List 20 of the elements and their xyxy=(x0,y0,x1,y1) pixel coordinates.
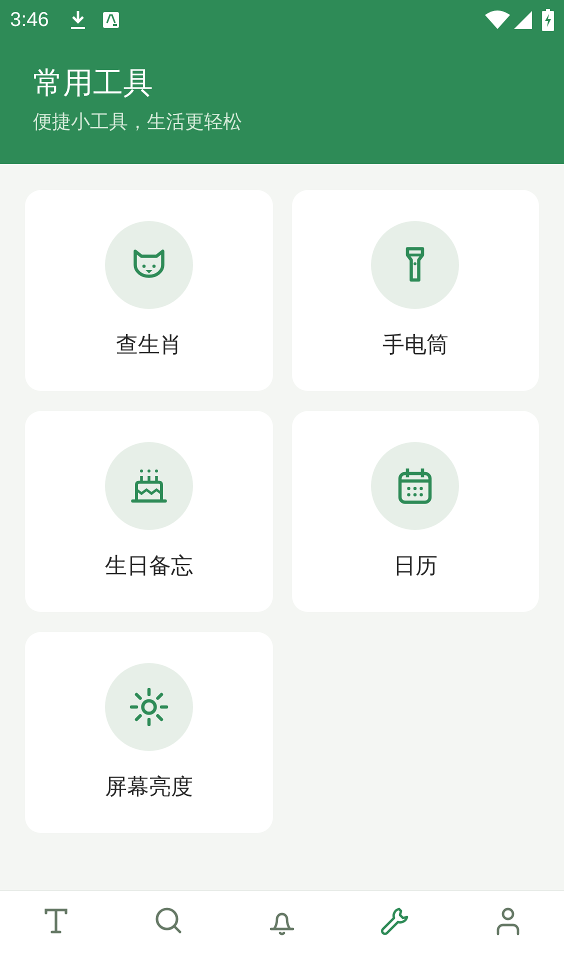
battery-icon xyxy=(542,9,554,31)
tool-card[interactable]: 手电筒 xyxy=(292,190,539,391)
tool-card[interactable]: 日历 xyxy=(292,411,539,612)
tool-label: 生日备忘 xyxy=(104,553,193,581)
tool-label: 查生肖 xyxy=(116,332,182,360)
page-subtitle: 便捷小工具，生活更轻松 xyxy=(33,110,243,135)
status-time: 3:46 xyxy=(10,8,49,33)
wifi-icon xyxy=(485,10,510,30)
page-title: 常用工具 xyxy=(33,65,154,103)
tool-card[interactable]: 查生肖 xyxy=(25,190,272,391)
wrench-icon[interactable] xyxy=(378,905,411,937)
tool-label: 手电筒 xyxy=(382,332,448,360)
tool-card[interactable]: 生日备忘 xyxy=(25,411,272,612)
keyboard-icon xyxy=(102,12,119,28)
tool-card[interactable]: 屏幕亮度 xyxy=(25,632,272,833)
sun-icon xyxy=(128,687,169,727)
tool-label: 屏幕亮度 xyxy=(104,774,193,802)
download-icon xyxy=(68,9,87,31)
tool-label: 日历 xyxy=(393,553,438,581)
signal-icon xyxy=(514,11,532,29)
